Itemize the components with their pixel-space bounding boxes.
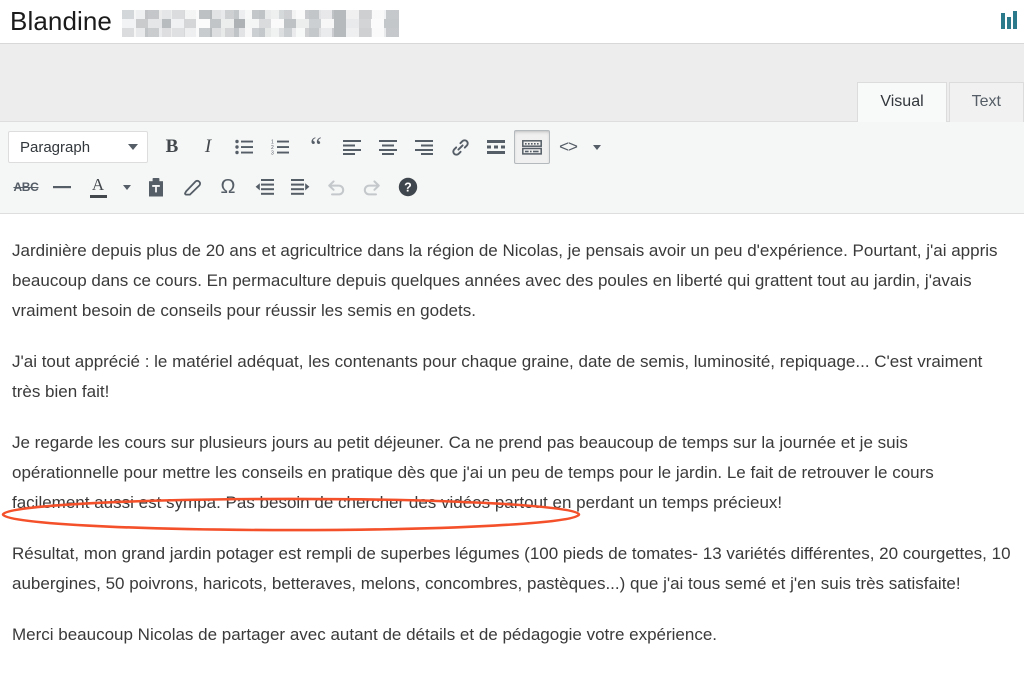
blockquote-button[interactable]: “ (298, 130, 334, 164)
italic-icon: I (204, 136, 212, 157)
eraser-icon (183, 178, 202, 197)
numbered-list-button[interactable]: 1 2 3 (262, 130, 298, 164)
text-color-button[interactable]: A (80, 170, 116, 204)
increase-indent-button[interactable] (282, 170, 318, 204)
special-character-button[interactable]: Ω (210, 170, 246, 204)
code-icon: <> (559, 137, 578, 156)
format-select-value: Paragraph (20, 138, 91, 156)
editor-tab-band: Visual Text (0, 44, 1024, 122)
redacted-name-blur (122, 10, 399, 37)
bold-button[interactable]: B (154, 130, 190, 164)
content-paragraph-3: Je regarde les cours sur plusieurs jours… (12, 433, 934, 512)
numbered-list-icon: 1 2 3 (271, 139, 289, 155)
indent-icon (290, 179, 310, 195)
omega-icon: Ω (220, 176, 236, 198)
svg-text:?: ? (404, 181, 412, 195)
content-paragraph-4: Résultat, mon grand jardin potager est r… (12, 544, 1011, 593)
svg-text:3: 3 (271, 150, 274, 155)
paste-as-text-button[interactable] (138, 170, 174, 204)
align-right-button[interactable] (406, 130, 442, 164)
read-more-icon (487, 140, 505, 154)
clipboard-icon (148, 177, 164, 197)
bold-icon: B (165, 136, 179, 157)
align-left-icon (343, 139, 361, 155)
format-select[interactable]: Paragraph (8, 131, 148, 163)
bulleted-list-icon (235, 139, 253, 155)
toolbar-row-1: Paragraph B I 1 2 3 “ <> (4, 127, 1020, 167)
italic-button[interactable]: I (190, 130, 226, 164)
align-center-icon (379, 139, 397, 155)
undo-icon (326, 178, 346, 196)
help-icon: ? (398, 177, 418, 197)
horizontal-rule-icon (53, 185, 71, 189)
tab-visual-label: Visual (880, 93, 924, 110)
align-left-button[interactable] (334, 130, 370, 164)
redo-icon (362, 178, 382, 196)
strikethrough-button[interactable]: ABC (8, 170, 44, 204)
toolbar-toggle-button[interactable] (514, 130, 550, 164)
page-title: Blandine (0, 6, 399, 37)
keyboard-toolbar-icon (522, 139, 542, 155)
bar-chart-icon[interactable] (1000, 10, 1020, 32)
quote-icon: “ (310, 131, 322, 161)
chevron-down-icon (123, 184, 131, 190)
page-header: Blandine (0, 0, 1024, 44)
toolbar-row-2: ABC A Ω ? (4, 167, 1020, 207)
horizontal-line-button[interactable] (44, 170, 80, 204)
align-center-button[interactable] (370, 130, 406, 164)
text-color-icon: A (89, 175, 107, 198)
content-paragraph-5: Merci beaucoup Nicolas de partager avec … (12, 625, 718, 644)
content-paragraph-1: Jardinière depuis plus de 20 ans et agri… (12, 241, 998, 320)
tab-text-label: Text (971, 93, 1001, 110)
undo-button[interactable] (318, 170, 354, 204)
read-more-button[interactable] (478, 130, 514, 164)
bulleted-list-button[interactable] (226, 130, 262, 164)
tab-text[interactable]: Text (948, 82, 1024, 122)
editor-toolbar: Paragraph B I 1 2 3 “ <> ABC A Ω ? (0, 122, 1024, 214)
chevron-down-icon (128, 144, 138, 150)
redo-button[interactable] (354, 170, 390, 204)
text-color-swatch (89, 195, 107, 198)
text-color-dropdown-button[interactable] (116, 170, 138, 204)
keyboard-shortcuts-button[interactable]: ? (390, 170, 426, 204)
clear-formatting-button[interactable] (174, 170, 210, 204)
align-right-icon (415, 139, 433, 155)
text-color-letter: A (91, 175, 105, 194)
code-button[interactable]: <> (550, 130, 586, 164)
editor-content-area[interactable]: Jardinière depuis plus de 20 ans et agri… (0, 214, 1024, 690)
insert-link-button[interactable] (442, 130, 478, 164)
editor-tabs: Visual Text (855, 82, 1024, 122)
tab-visual[interactable]: Visual (857, 82, 947, 122)
link-icon (451, 138, 470, 157)
strikethrough-icon: ABC (13, 180, 39, 194)
page-title-text: Blandine (10, 6, 112, 36)
decrease-indent-button[interactable] (246, 170, 282, 204)
chevron-down-icon (593, 144, 601, 150)
outdent-icon (255, 179, 274, 195)
code-dropdown-button[interactable] (586, 130, 608, 164)
content-paragraph-2: J'ai tout apprécié : le matériel adéquat… (12, 352, 983, 401)
